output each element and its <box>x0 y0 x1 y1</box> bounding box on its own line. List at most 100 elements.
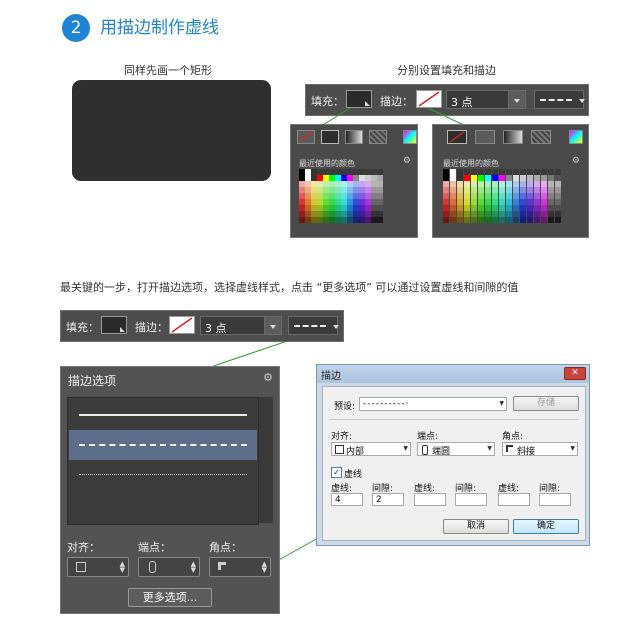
color-picker-icon[interactable] <box>403 130 417 144</box>
round-cap-icon <box>149 561 156 573</box>
gear-icon[interactable]: ⚙ <box>263 371 273 384</box>
options-bar-second: 填充： 描边： 3 点 <box>60 310 344 342</box>
chevron-down-icon[interactable]: ▼ <box>570 445 575 452</box>
gradient-icon[interactable] <box>503 130 523 144</box>
align-select[interactable]: 内部 ▼ <box>331 442 411 457</box>
color-swatch[interactable] <box>492 217 498 223</box>
color-swatch[interactable] <box>534 217 540 223</box>
corners-value: 斜接 <box>517 447 536 457</box>
solid-color-icon[interactable] <box>321 130 339 144</box>
close-button[interactable]: ✕ <box>564 367 586 380</box>
color-grid[interactable] <box>443 169 562 223</box>
chevron-down-icon[interactable]: ▼ <box>499 400 504 407</box>
updown-icon: ▲ ▼ <box>190 560 196 574</box>
color-swatch[interactable] <box>499 217 505 223</box>
chevron-down-icon[interactable] <box>264 317 281 334</box>
stroke-style-select[interactable] <box>288 316 339 335</box>
fill-label: 填充： <box>66 321 99 334</box>
miter-corner-icon <box>506 445 513 452</box>
color-swatch[interactable] <box>527 217 533 223</box>
color-swatch[interactable] <box>450 217 456 223</box>
color-swatch[interactable] <box>443 217 449 223</box>
color-grid[interactable] <box>299 169 383 223</box>
align-inside-icon <box>335 445 344 454</box>
updown-icon: ▲ ▼ <box>261 560 267 574</box>
color-swatch[interactable] <box>541 217 547 223</box>
caps-select[interactable]: 端圆 ▼ <box>417 442 495 457</box>
gap1-value: 2 <box>376 495 382 505</box>
caps-select[interactable]: ▲ ▼ <box>138 557 200 577</box>
solid-color-icon[interactable] <box>475 130 495 144</box>
color-swatch[interactable] <box>377 217 383 223</box>
chevron-down-icon[interactable]: ▼ <box>487 445 492 452</box>
stroke-style-list <box>67 397 259 525</box>
corners-label: 角点： <box>209 541 242 554</box>
color-swatch[interactable] <box>457 217 463 223</box>
save-button[interactable]: 存储 <box>513 396 579 411</box>
align-value: 内部 <box>346 447 365 457</box>
color-swatch[interactable] <box>513 217 519 223</box>
color-swatch[interactable] <box>464 217 470 223</box>
dash-line-icon <box>294 325 326 327</box>
color-swatch[interactable] <box>555 217 561 223</box>
stroke-swatch-panel: 最近使用的颜色 ⚙ <box>432 124 589 238</box>
cancel-button[interactable]: 取消 <box>443 519 509 534</box>
caps-label: 端点： <box>138 541 171 554</box>
color-swatch[interactable] <box>485 217 491 223</box>
dash1-input[interactable]: 4 <box>331 493 363 506</box>
preset-select[interactable]: ----------· ▼ <box>359 397 507 411</box>
caps-value: 端圆 <box>432 447 451 457</box>
gap2-input[interactable] <box>455 493 487 506</box>
dash2-input[interactable] <box>414 493 446 506</box>
none-color-icon[interactable] <box>297 130 315 144</box>
color-swatch[interactable] <box>520 217 526 223</box>
color-picker-icon[interactable] <box>569 130 583 144</box>
stroke-dialog: 描边 ✕ 预设: ----------· ▼ 存储 对齐: 端点: 角点: 内部… <box>316 364 590 546</box>
none-color-icon[interactable] <box>447 130 467 144</box>
ok-button[interactable]: 确定 <box>513 519 579 534</box>
stroke-options-panel: 描边选项 ⚙ 对齐： 端点： 角点： ▲ ▼ ▲ ▼ ▲ ▼ 更多选项... <box>60 366 280 614</box>
preset-value: ----------· <box>363 399 410 409</box>
updown-icon: ▲ ▼ <box>119 560 125 574</box>
dialog-title: 描边 <box>321 371 341 382</box>
gear-icon[interactable]: ⚙ <box>403 156 411 166</box>
divider <box>329 419 579 420</box>
dialog-titlebar: 描边 ✕ <box>317 365 589 383</box>
scrollbar[interactable] <box>259 397 273 523</box>
fill-swatch-panel: 最近使用的颜色 ⚙ <box>290 124 418 238</box>
dash-line-icon <box>79 444 247 446</box>
miter-corner-icon <box>218 562 226 570</box>
dash3-input[interactable] <box>498 493 530 506</box>
dashed-label: 虚线 <box>344 470 363 480</box>
list-item-dashed[interactable] <box>69 430 257 460</box>
pattern-icon[interactable] <box>369 130 387 144</box>
dashed-checkbox[interactable]: ✓ <box>331 467 342 478</box>
stroke-width-field[interactable]: 3 点 <box>200 316 282 335</box>
chevron-down-icon[interactable] <box>328 317 339 334</box>
corners-select[interactable]: 斜接 ▼ <box>502 442 578 457</box>
gear-icon[interactable]: ⚙ <box>572 156 580 166</box>
caption-key-step: 最关键的一步，打开描边选项，选择虚线样式，点击 “更多选项” 可以通过设置虚线和… <box>60 281 519 294</box>
color-swatch[interactable] <box>478 217 484 223</box>
align-select[interactable]: ▲ ▼ <box>67 557 129 577</box>
stroke-swatch[interactable] <box>169 316 195 334</box>
list-item-solid[interactable] <box>69 402 257 428</box>
align-inside-icon <box>76 562 86 572</box>
gap1-input[interactable]: 2 <box>372 493 404 506</box>
align-label: 对齐： <box>67 541 100 554</box>
list-item-dotted[interactable] <box>69 462 257 488</box>
dotted-line-icon <box>79 474 247 475</box>
corners-select[interactable]: ▲ ▼ <box>209 557 271 577</box>
pattern-icon[interactable] <box>531 130 551 144</box>
color-swatch[interactable] <box>471 217 477 223</box>
gradient-icon[interactable] <box>345 130 363 144</box>
corners-label: 角点: <box>502 432 524 442</box>
recent-colors-label: 最近使用的颜色 <box>443 159 499 168</box>
round-cap-icon <box>422 445 428 455</box>
more-options-button[interactable]: 更多选项... <box>128 588 212 607</box>
color-swatch[interactable] <box>548 217 554 223</box>
fill-swatch[interactable] <box>101 316 127 334</box>
color-swatch[interactable] <box>506 217 512 223</box>
chevron-down-icon[interactable]: ▼ <box>403 445 408 452</box>
gap3-input[interactable] <box>539 493 571 506</box>
